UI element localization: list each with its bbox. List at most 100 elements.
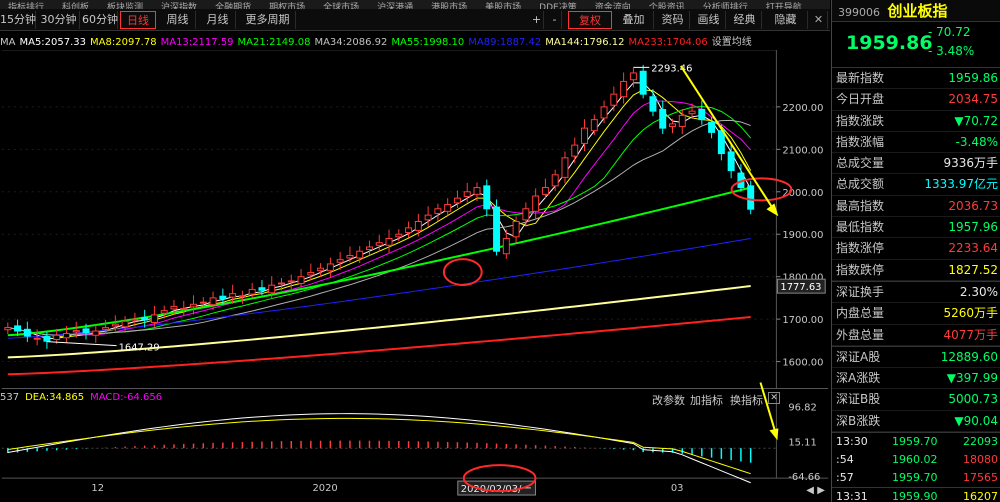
stat-value: 12889.60 xyxy=(940,349,998,364)
add-indicator-button[interactable]: 加指标 xyxy=(690,392,723,408)
candle-body xyxy=(385,237,393,246)
stat-value: ▼70.72 xyxy=(954,113,998,128)
stat-label: 外盘总量 xyxy=(836,327,885,342)
candle-body xyxy=(287,280,295,283)
stat-row: 深证A股 12889.60 xyxy=(832,347,1000,369)
tick-t: 13:30 xyxy=(836,435,868,449)
hide-button[interactable]: 隐藏 xyxy=(764,11,808,29)
stat-row: 最新指数 1959.86 xyxy=(832,68,1000,90)
more-periods-button[interactable]: 更多周期 xyxy=(240,11,296,29)
stat-value: ▼397.99 xyxy=(946,371,998,386)
stat-value: 5000.73 xyxy=(948,392,998,407)
candle-body xyxy=(219,295,227,300)
low-label: 1647.29 xyxy=(119,343,160,354)
last-tick-row: 13:31 1959.90 16207 xyxy=(832,487,1000,502)
candle-body xyxy=(747,185,755,210)
candle-body xyxy=(620,80,628,98)
candle-body xyxy=(522,208,530,221)
chips-button[interactable]: 资码 xyxy=(656,11,690,29)
scroll-left-icon[interactable]: ◀ xyxy=(806,485,814,496)
tick-p: 1959.70 xyxy=(892,435,938,449)
ma-legend-item: MA5:2057.33 xyxy=(19,37,87,48)
period-30min-button[interactable]: 30分钟 xyxy=(38,11,80,29)
candle-body xyxy=(111,323,119,327)
ma-legend-item[interactable]: 设置均线 xyxy=(712,37,752,48)
close-icon[interactable]: ✕ xyxy=(810,11,828,29)
candle-body xyxy=(678,114,686,127)
index-name: 创业板指 xyxy=(887,2,948,20)
candle-body xyxy=(190,303,198,308)
candle-body xyxy=(708,121,716,133)
scroll-right-icon[interactable]: ▶ xyxy=(817,485,825,496)
stat-row: 最高指数 2036.73 xyxy=(832,196,1000,218)
stat-label: 最低指数 xyxy=(836,220,885,235)
period-daily-button[interactable]: 日线 xyxy=(120,11,156,29)
stat-label: 今日开盘 xyxy=(836,92,885,107)
candle-body xyxy=(688,110,696,115)
candle-body xyxy=(238,295,246,298)
candle-body xyxy=(62,333,70,339)
candle-body xyxy=(727,151,735,172)
tick-v: 22093 xyxy=(963,435,998,449)
zoom-in-button[interactable]: + xyxy=(530,11,544,29)
index-code: 399006 xyxy=(838,6,880,19)
quote-panel: 399006 创业板指 1959.86 - 70.72 - 3.48% 最新指数… xyxy=(831,0,1000,502)
period-60min-button[interactable]: 60分钟 xyxy=(82,11,118,29)
stat-value: 1827.52 xyxy=(948,262,998,277)
top-menu-bar: 指标排行 科创板 板块监测 沪深指数 全融期货 期权市场 全球市场 沪深港通 港股市场 美股市场 D… xyxy=(0,0,830,9)
candle-body xyxy=(669,123,676,127)
period-weekly-button[interactable]: 周线 xyxy=(160,11,196,29)
highlight-circle xyxy=(442,258,483,286)
candle-body xyxy=(102,327,110,330)
macd-legend-item: DEA:34.865 xyxy=(25,392,85,403)
candle-body xyxy=(444,204,452,212)
ma-long-line xyxy=(7,237,751,339)
quote-header: 399006 创业板指 xyxy=(832,0,1000,22)
candle-body xyxy=(326,263,334,272)
candle-body xyxy=(649,96,657,112)
candle-body xyxy=(248,288,256,295)
tick-t: :54 xyxy=(836,453,854,467)
candle-body xyxy=(160,310,168,314)
macd-legend-item: 537 xyxy=(0,392,20,403)
y-tick-label: 1600.00 xyxy=(782,358,823,369)
tick-t: :57 xyxy=(836,471,854,485)
y-tick-label: 1900.00 xyxy=(782,230,823,241)
candle-body xyxy=(434,208,442,214)
zoom-out-button[interactable]: - xyxy=(548,11,562,29)
x-axis-label: 03 xyxy=(671,483,684,494)
ma-legend-item: MA233:1704.06 xyxy=(628,37,708,48)
macd-legend-item: MACD:-64.656 xyxy=(90,392,163,403)
chart-toolbar: 15分钟 30分钟 60分钟 日线 周线 月线 更多周期 + - 复权 叠加 资… xyxy=(0,9,830,31)
ma-legend-item: MA89:1887.42 xyxy=(468,37,542,48)
classic-button[interactable]: 经典 xyxy=(728,11,762,29)
tick-row: :57 1959.70 17565 xyxy=(832,469,1000,487)
candle-body xyxy=(405,227,413,234)
candle-body xyxy=(82,328,90,334)
overlay-button[interactable]: 叠加 xyxy=(614,11,654,29)
ma-legend-item: MA8:2097.78 xyxy=(90,37,157,48)
draw-line-button[interactable]: 画线 xyxy=(692,11,726,29)
stat-label: 指数跌停 xyxy=(836,262,885,277)
candle-body xyxy=(453,197,461,204)
stat-row: 指数涨停 2233.64 xyxy=(832,238,1000,260)
candle-body xyxy=(375,242,383,246)
candle-body xyxy=(424,214,432,221)
stat-label: 指数涨停 xyxy=(836,241,885,256)
change-params-button[interactable]: 改参数 xyxy=(652,392,685,408)
ma-long-line xyxy=(7,186,751,337)
stat-value: 9336万手 xyxy=(943,156,998,171)
candle-body xyxy=(53,334,61,340)
candle-body xyxy=(199,301,207,304)
switch-indicator-button[interactable]: 换指标 xyxy=(730,392,763,408)
kline-chart[interactable]: 2200.002100.002000.001900.001800.001700.… xyxy=(0,50,830,500)
candle-body xyxy=(170,305,178,310)
fuquan-button[interactable]: 复权 xyxy=(568,11,612,29)
period-15min-button[interactable]: 15分钟 xyxy=(0,11,36,29)
stat-row: 深证换手 2.30% xyxy=(832,282,1000,304)
candle-body xyxy=(590,119,598,132)
period-monthly-button[interactable]: 月线 xyxy=(200,11,236,29)
stat-value: ▼90.04 xyxy=(954,413,998,428)
x-axis-label: 2020 xyxy=(312,483,337,494)
close-macd-icon[interactable]: ✕ xyxy=(768,392,780,404)
